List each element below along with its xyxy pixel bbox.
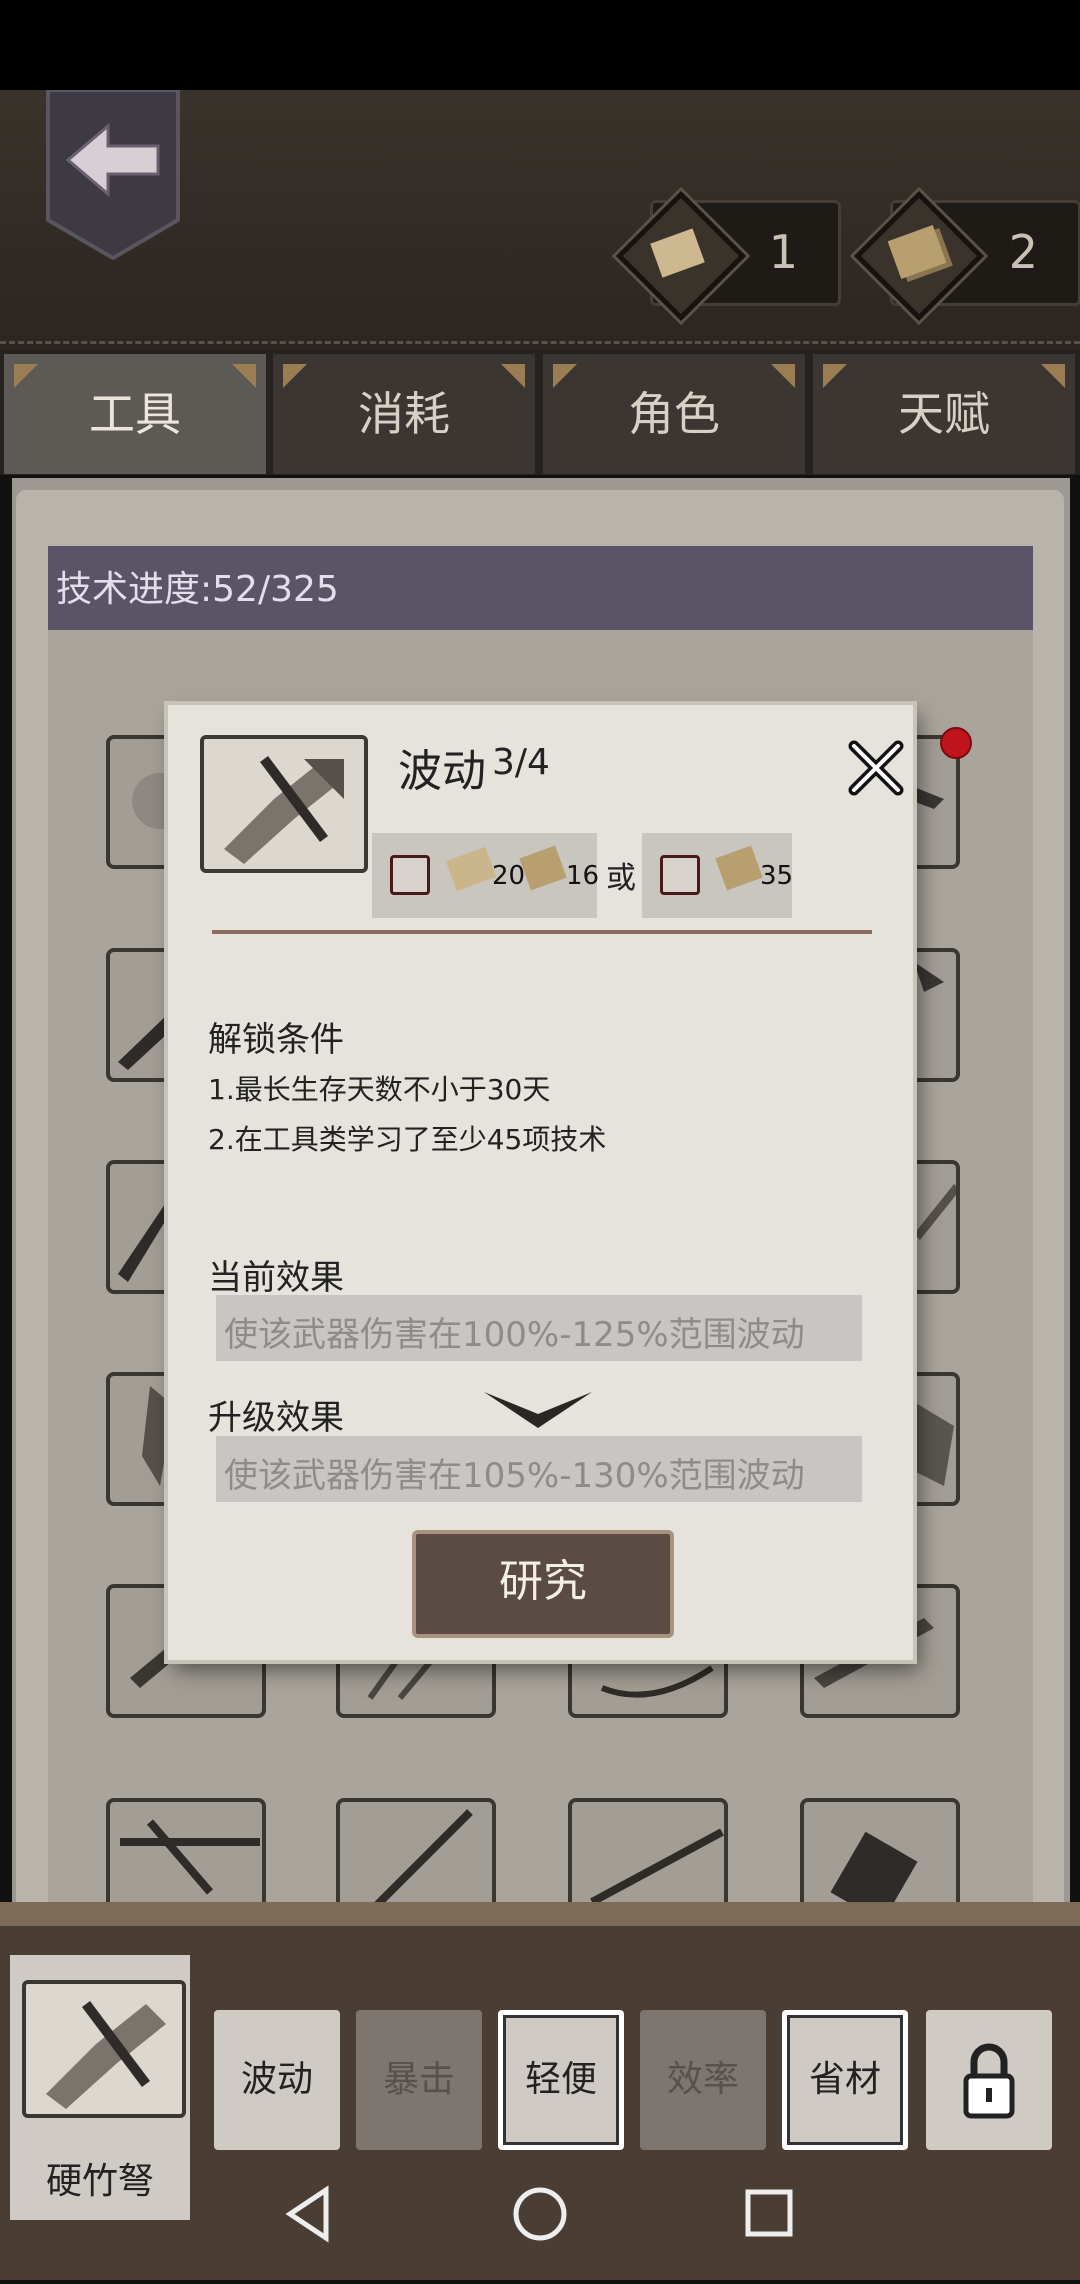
skill-critical[interactable]: 暴击 (356, 2010, 482, 2150)
close-button[interactable] (846, 738, 906, 798)
nav-recents-icon[interactable] (745, 2189, 793, 2237)
paper-scroll-icon (445, 846, 497, 892)
current-effect-title: 当前效果 (208, 1258, 344, 1298)
upgrade-effect-text: 使该武器伤害在105%-130%范围波动 (224, 1456, 805, 1496)
tab-consumables[interactable]: 消耗 (273, 354, 535, 474)
tab-talent[interactable]: 天赋 (813, 354, 1075, 474)
resource-count-2: 2 (1008, 225, 1038, 279)
unlock-conditions-title: 解锁条件 (208, 1020, 344, 1060)
tab-label: 天赋 (898, 387, 990, 441)
unlock-condition-1: 1.最长生存天数不小于30天 (208, 1073, 551, 1106)
skill-fluctuation[interactable]: 波动 (214, 2010, 340, 2150)
nav-back-icon[interactable] (285, 2185, 329, 2243)
cost-a-checkbox[interactable] (390, 855, 430, 895)
bundle-scrolls-icon (715, 845, 763, 891)
skill-material-saving[interactable]: 省材 (782, 2010, 908, 2150)
corner-ornament (771, 364, 795, 388)
category-tabs: 工具 消耗 角色 天赋 (0, 350, 1080, 475)
cost-option-b[interactable]: 35 (642, 833, 794, 918)
corner-ornament (553, 364, 577, 388)
corner-ornament (1041, 364, 1065, 388)
tab-character[interactable]: 角色 (543, 354, 805, 474)
crossbow-icon (22, 1980, 186, 2118)
tech-title: 波动 (398, 746, 486, 797)
tab-label: 消耗 (358, 387, 450, 441)
cost-b-checkbox[interactable] (660, 855, 700, 895)
tab-label: 工具 (89, 387, 181, 441)
or-label: 或 (606, 861, 636, 896)
tab-label: 角色 (628, 387, 720, 441)
back-arrow-icon (46, 88, 180, 261)
tech-level: 3/4 (492, 742, 550, 783)
wood-trim (0, 1902, 1080, 1926)
corner-ornament (232, 364, 256, 388)
research-button[interactable]: 研究 (412, 1530, 674, 1638)
status-bar (0, 0, 1080, 90)
skill-locked[interactable] (926, 2010, 1052, 2150)
skill-efficiency[interactable]: 效率 (640, 2010, 766, 2150)
corner-ornament (283, 364, 307, 388)
cost-b-bundle: 35 (760, 861, 794, 891)
close-icon (848, 740, 904, 796)
corner-ornament (14, 364, 38, 388)
corner-ornament (823, 364, 847, 388)
tab-tools[interactable]: 工具 (4, 354, 266, 474)
back-button[interactable] (46, 88, 180, 261)
lock-icon (963, 2043, 1015, 2119)
divider (212, 930, 872, 934)
skill-lightweight[interactable]: 轻便 (498, 2010, 624, 2150)
system-nav-bar (0, 2170, 1080, 2280)
resource-count-1: 1 (768, 225, 798, 279)
notification-dot (940, 727, 972, 759)
nav-home-icon[interactable] (513, 2187, 567, 2241)
cost-option-a[interactable]: 200 16 (372, 833, 600, 918)
tech-progress-label: 技术进度:52/325 (56, 569, 339, 610)
corner-ornament (501, 364, 525, 388)
cost-a-bundle: 16 (566, 861, 600, 891)
chevron-down-icon (480, 1388, 596, 1434)
crossbow-icon (200, 735, 368, 873)
unlock-condition-2: 2.在工具类学习了至少45项技术 (208, 1123, 607, 1156)
current-effect-text: 使该武器伤害在100%-125%范围波动 (224, 1315, 805, 1355)
upgrade-effect-title: 升级效果 (208, 1398, 344, 1438)
